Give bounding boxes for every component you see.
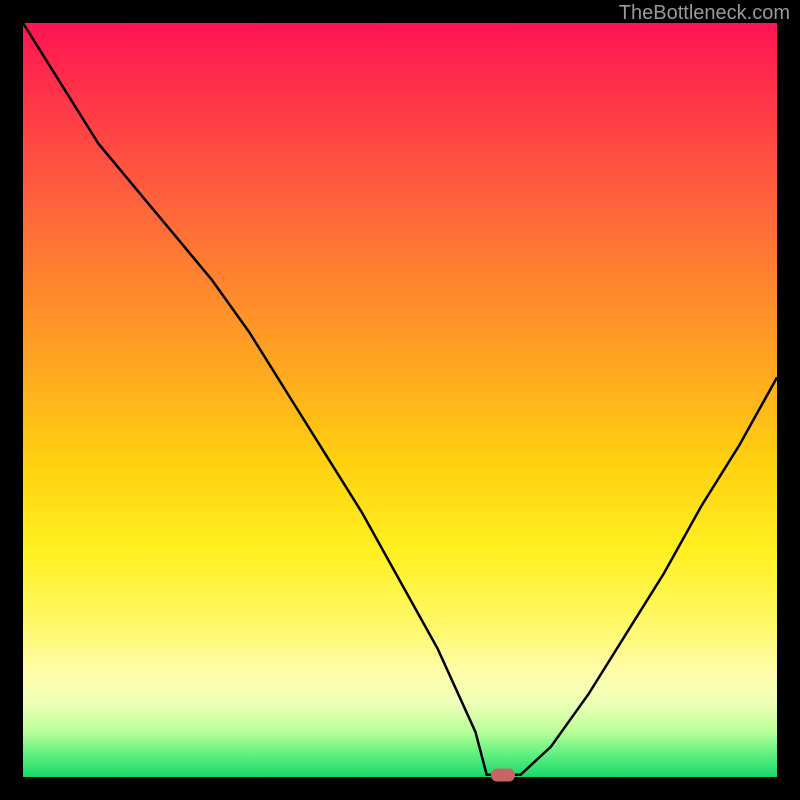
bottleneck-chart [23,23,777,777]
optimal-point-marker [491,768,515,781]
watermark-text: TheBottleneck.com [619,2,790,25]
chart-curve [23,23,777,777]
